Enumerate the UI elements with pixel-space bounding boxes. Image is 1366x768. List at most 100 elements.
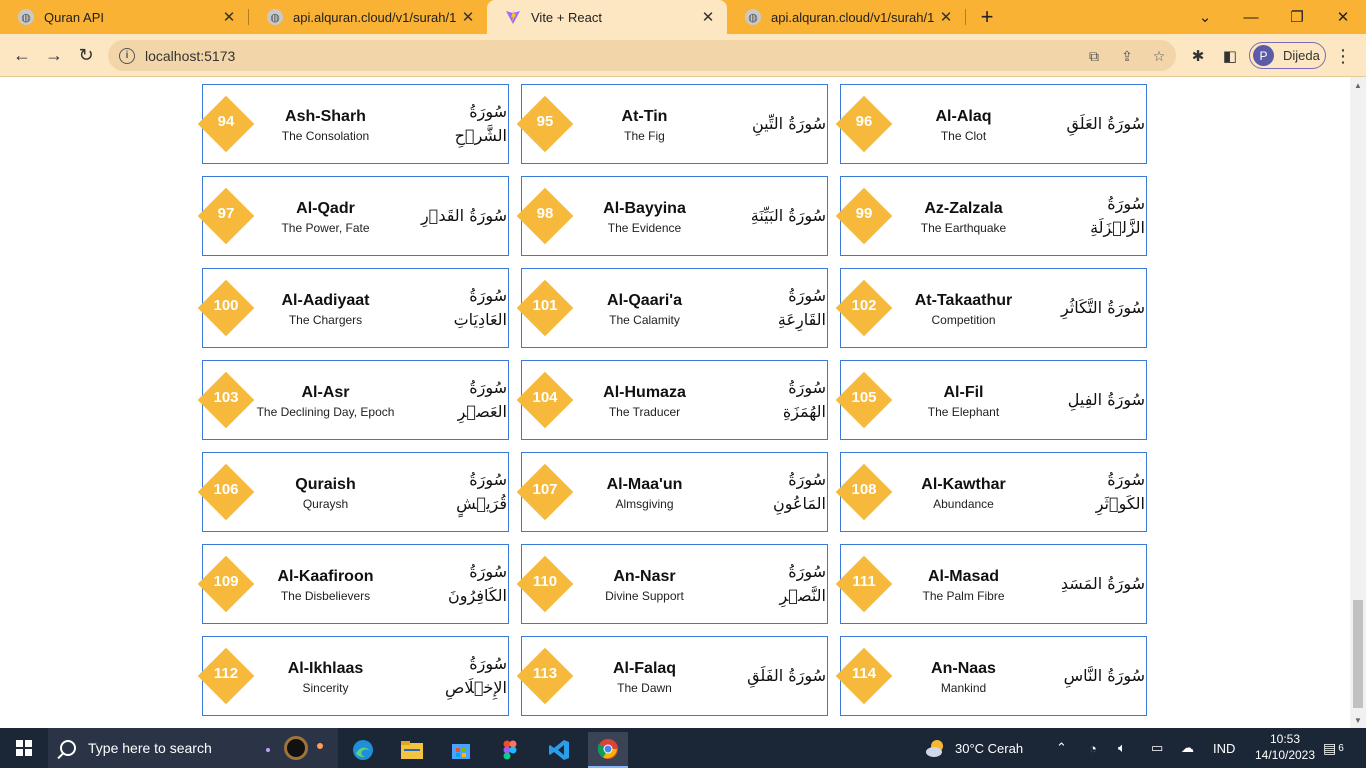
surah-card[interactable]: 111 Al-Masad The Palm Fibre سُورَةُ المَسَد… [835,544,1147,624]
surah-number: 101 [532,297,558,314]
vite-icon [505,9,521,25]
scroll-up-arrow[interactable]: ▲ [1350,77,1366,93]
surah-translation: The Clot [940,129,987,143]
surah-arabic-name: سُورَةُ القَارِعَةِ [777,286,826,329]
chrome-icon[interactable] [588,732,628,768]
surah-names: Al-Masad The Palm Fibre [891,567,1036,605]
close-window-button[interactable]: ✕ [1320,0,1366,34]
surah-card[interactable]: 107 Al-Maa'un Almsgiving سُورَةُ المَاعُونِ [516,452,828,532]
share-icon[interactable]: ⇪ [1118,47,1136,65]
surah-arabic-name: سُورَةُ النَّاسِ [1063,666,1145,685]
surah-arabic-container: سُورَةُ الإِخۡلَاصِ [403,637,507,715]
surah-translation: The Consolation [281,129,370,143]
restore-button[interactable]: ❐ [1274,0,1320,34]
surah-arabic-container: سُورَةُ العَلَقِ [1041,85,1145,163]
surah-english-name: Al-Humaza [603,384,686,401]
surah-card[interactable]: 104 Al-Humaza The Traducer سُورَةُ الهُمَزَ… [516,360,828,440]
surah-card[interactable]: 95 At-Tin The Fig سُورَةُ التِّينِ [516,84,828,164]
surah-card[interactable]: 101 Al-Qaari'a The Calamity سُورَةُ القَارِ… [516,268,828,348]
network-status-icon[interactable]: ☁︎ [1181,728,1199,768]
surah-card[interactable]: 99 Az-Zalzala The Earthquake سُورَةُ الزَّل… [835,176,1147,256]
tab-api-surah-2[interactable]: ◍ api.alquran.cloud/v1/surah/1 ✕ [727,0,965,34]
surah-arabic-name: سُورَةُ العَصۡرِ [457,378,507,421]
surah-english-name: At-Tin [621,108,668,125]
surah-translation: The Declining Day, Epoch [256,405,395,419]
surah-card[interactable]: 97 Al-Qadr The Power, Fate سُورَةُ القَدۡرِ [197,176,509,256]
surah-names: Al-Humaza The Traducer [572,383,717,421]
surah-card[interactable]: 108 Al-Kawthar Abundance سُورَةُ الكَوۡثَرِ [835,452,1147,532]
back-button[interactable]: ← [7,40,37,70]
address-bar[interactable]: i localhost:5173 ⧉ ⇪ ☆ [108,40,1176,71]
scrollbar-thumb[interactable] [1353,600,1363,708]
close-tab-icon[interactable]: ✕ [937,8,955,26]
surah-names: Quraish Quraysh [253,475,398,513]
surah-names: Al-Alaq The Clot [891,107,1036,145]
tab-search-icon[interactable]: ⌄ [1182,0,1228,34]
forward-button[interactable]: → [39,40,69,70]
surah-arabic-name: سُورَةُ الهُمَزَةِ [782,378,826,421]
tab-vite-react[interactable]: Vite + React ✕ [487,0,727,34]
new-tab-button[interactable]: + [974,4,1000,30]
surah-card[interactable]: 96 Al-Alaq The Clot سُورَةُ العَلَقِ [835,84,1147,164]
language-indicator[interactable]: IND [1213,728,1235,768]
edge-icon[interactable] [343,732,383,768]
surah-translation: The Palm Fibre [922,589,1005,603]
surah-card[interactable]: 106 Quraish Quraysh سُورَةُ قُرَيۡشٍ [197,452,509,532]
surah-card[interactable]: 105 Al-Fil The Elephant سُورَةُ الفِيلِ [835,360,1147,440]
surah-names: At-Takaathur Competition [891,291,1036,329]
profile-button[interactable]: P Dijeda [1249,42,1326,69]
battery-icon[interactable]: ▭ [1151,728,1167,768]
bookmark-star-icon[interactable]: ☆ [1150,47,1168,65]
start-button[interactable] [0,728,48,768]
surah-number: 113 [532,665,558,682]
translate-icon[interactable]: ⧉ [1085,47,1103,65]
surah-arabic-name: سُورَةُ العَلَقِ [1066,114,1145,133]
browser-toolbar: ← → ↻ i localhost:5173 ⧉ ⇪ ☆ ✱ ◧ P Dijed… [0,34,1366,77]
side-panel-icon[interactable]: ◧ [1220,46,1240,66]
wifi-icon[interactable]: ◔ [1089,728,1105,768]
close-tab-icon[interactable]: ✕ [459,8,477,26]
surah-arabic-container: سُورَةُ البَيِّنَةِ [722,177,826,255]
surah-card[interactable]: 113 Al-Falaq The Dawn سُورَةُ الفَلَقِ [516,636,828,716]
store-icon[interactable] [441,732,481,768]
surah-translation: Divine Support [605,589,684,603]
reload-button[interactable]: ↻ [71,40,101,70]
site-info-icon[interactable]: i [119,47,135,64]
surah-arabic-container: سُورَةُ الفَلَقِ [722,637,826,715]
chevron-up-icon[interactable]: ⌃ [1056,728,1072,768]
surah-number: 107 [532,481,558,498]
close-tab-icon[interactable]: ✕ [699,8,717,26]
more-menu-icon[interactable]: ⋮ [1333,46,1353,66]
file-explorer-icon[interactable] [392,732,432,768]
surah-card[interactable]: 114 An-Naas Mankind سُورَةُ النَّاسِ [835,636,1147,716]
surah-translation: The Disbelievers [280,589,371,603]
clock[interactable]: 10:53 14/10/2023 [1254,731,1316,763]
surah-card[interactable]: 112 Al-Ikhlaas Sincerity سُورَةُ الإِخۡلَاص… [197,636,509,716]
surah-arabic-name: سُورَةُ العَادِيَاتِ [453,286,507,329]
surah-card[interactable]: 94 Ash-Sharh The Consolation سُورَةُ الشَّر… [197,84,509,164]
surah-card[interactable]: 110 An-Nasr Divine Support سُورَةُ النَّصۡر… [516,544,828,624]
tab-api-surah[interactable]: ◍ api.alquran.cloud/v1/surah/1 ✕ [249,0,487,34]
tab-quran-api[interactable]: ◍ Quran API ✕ [0,0,248,34]
surah-arabic-container: سُورَةُ الزَّلۡزَلَةِ [1041,177,1145,255]
surah-translation: Mankind [940,681,987,695]
surah-arabic-name: سُورَةُ المَاعُونِ [772,470,826,513]
surah-card[interactable]: 98 Al-Bayyina The Evidence سُورَةُ البَيِّن… [516,176,828,256]
surah-card[interactable]: 102 At-Takaathur Competition سُورَةُ التَّك… [835,268,1147,348]
surah-card[interactable]: 103 Al-Asr The Declining Day, Epoch سُورَةُ… [197,360,509,440]
surah-translation: Quraysh [302,497,349,511]
figma-icon[interactable] [490,732,530,768]
surah-arabic-container: سُورَةُ الفِيلِ [1041,361,1145,439]
scroll-down-arrow[interactable]: ▼ [1350,712,1366,728]
surah-translation: Sincerity [302,681,349,695]
vscode-icon[interactable] [539,732,579,768]
close-tab-icon[interactable]: ✕ [220,8,238,26]
volume-icon[interactable]: 🔈︎ [1118,728,1134,768]
surah-arabic-container: سُورَةُ النَّاسِ [1041,637,1145,715]
notifications-button[interactable]: ▤ 6 [1323,728,1344,768]
surah-card[interactable]: 109 Al-Kaafiroon The Disbelievers سُورَةُ ا… [197,544,509,624]
surah-card[interactable]: 100 Al-Aadiyaat The Chargers سُورَةُ العَاد… [197,268,509,348]
minimize-button[interactable]: — [1228,0,1274,34]
weather-widget[interactable]: 30°C Cerah [925,728,1023,768]
extensions-icon[interactable]: ✱ [1188,46,1208,66]
